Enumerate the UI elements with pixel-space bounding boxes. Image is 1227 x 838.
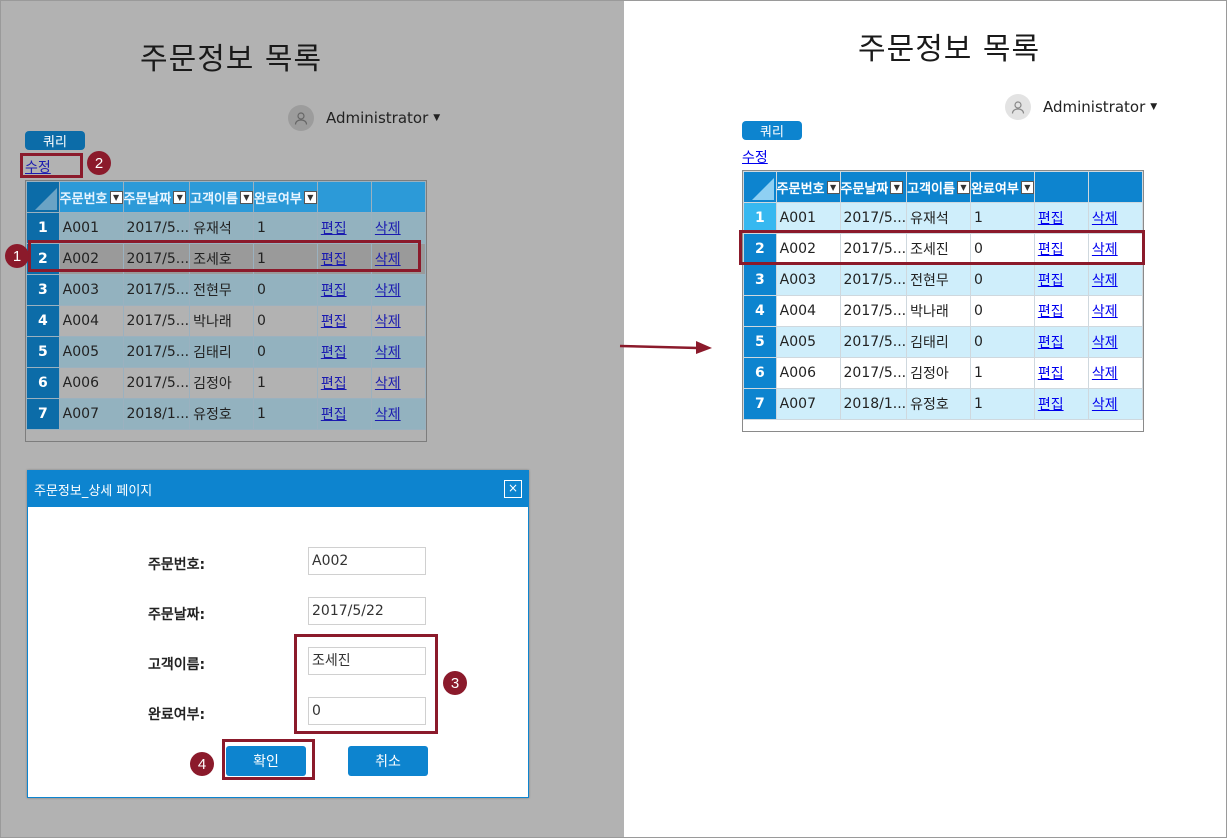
screenshot-frame [0, 0, 1227, 838]
